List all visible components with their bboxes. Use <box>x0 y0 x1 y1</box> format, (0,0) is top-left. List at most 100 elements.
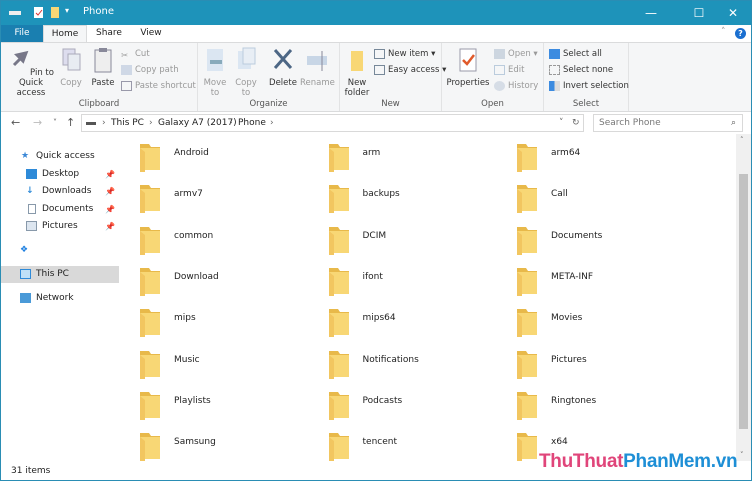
folder-icon <box>517 226 537 255</box>
folder-item[interactable]: armv7 <box>139 183 324 221</box>
folder-item[interactable]: mips64 <box>328 307 513 345</box>
paste-button[interactable]: Paste <box>89 47 117 88</box>
rename-button[interactable]: Rename <box>300 47 335 88</box>
breadcrumb-phone[interactable]: Phone <box>238 115 266 131</box>
scroll-up-icon[interactable]: ˄ <box>740 136 744 144</box>
folder-item[interactable]: Notifications <box>328 349 513 387</box>
help-icon[interactable]: ? <box>735 28 746 39</box>
address-bar[interactable]: › This PC › Galaxy A7 (2017) › Phone › ˅… <box>81 114 584 132</box>
watermark-logo: ThuThuatPhanMem.vn <box>539 451 738 472</box>
close-button[interactable]: ✕ <box>713 1 752 25</box>
scroll-down-icon[interactable]: ˅ <box>740 451 744 459</box>
sidebar-item-desktop[interactable]: Desktop 📌 <box>1 166 119 183</box>
recent-locations-button[interactable]: ˅ <box>53 118 57 127</box>
scrollbar-thumb[interactable] <box>739 174 748 429</box>
folder-item[interactable]: Movies <box>516 307 701 345</box>
clipboard-label: Clipboard <box>78 99 120 109</box>
sidebar-dropbox[interactable]: ❖ <box>1 242 119 259</box>
folder-item[interactable]: Pictures <box>516 349 701 387</box>
refresh-icon[interactable]: ↻ <box>572 115 580 131</box>
move-to-button[interactable]: Move to <box>201 47 229 98</box>
folder-item[interactable]: arm64 <box>516 142 701 180</box>
easy-access-button[interactable]: Easy access ▾ <box>374 63 446 77</box>
select-all-button[interactable]: Select all <box>549 47 602 61</box>
folder-icon <box>140 144 160 172</box>
sidebar-this-pc[interactable]: This PC <box>1 266 119 283</box>
folder-item[interactable]: Music <box>139 349 324 387</box>
new-item-button[interactable]: New item ▾ <box>374 47 435 61</box>
minimize-button[interactable]: — <box>631 1 671 25</box>
back-button[interactable]: ← <box>11 116 20 129</box>
paste-icon <box>94 48 112 73</box>
folder-item[interactable]: backups <box>328 183 513 221</box>
sidebar-network[interactable]: Network <box>1 290 119 307</box>
folder-icon <box>517 309 537 338</box>
item-count: 31 items <box>11 466 51 476</box>
folder-item[interactable]: Documents <box>516 225 701 263</box>
network-icon <box>20 293 31 303</box>
new-group: New folder New item ▾ Easy access ▾ New <box>340 43 446 111</box>
tab-home[interactable]: Home <box>43 25 87 42</box>
folder-item[interactable]: Playlists <box>139 390 324 428</box>
new-folder-button[interactable]: New folder <box>342 47 372 98</box>
folder-item[interactable]: arm <box>328 142 513 180</box>
folder-item[interactable]: Podcasts <box>328 390 513 428</box>
sidebar-quick-access[interactable]: ★ Quick access <box>1 148 119 165</box>
copy-path-button[interactable]: Copy path <box>121 63 179 77</box>
folder-icon <box>140 267 160 296</box>
folder-item[interactable]: Ringtones <box>516 390 701 428</box>
sidebar-item-documents[interactable]: Documents 📌 <box>1 201 119 218</box>
sidebar-item-downloads[interactable]: ↓ Downloads 📌 <box>1 183 119 200</box>
documents-icon <box>28 204 36 214</box>
delete-x-icon <box>273 49 293 69</box>
folder-item[interactable]: common <box>139 225 324 263</box>
properties-icon[interactable] <box>33 6 44 19</box>
up-button[interactable]: ↑ <box>66 116 75 129</box>
pin-quick-access-button[interactable]: Pin to Quick access <box>5 47 57 98</box>
address-dropdown-icon[interactable]: ˅ <box>559 115 564 131</box>
sidebar-item-pictures[interactable]: Pictures 📌 <box>1 218 119 235</box>
rename-icon <box>307 51 327 71</box>
pin-icon: 📌 <box>105 170 115 179</box>
breadcrumb-this-pc[interactable]: This PC <box>111 115 144 131</box>
collapse-ribbon-icon[interactable]: ˄ <box>721 27 726 37</box>
paste-shortcut-button[interactable]: Paste shortcut <box>121 79 196 93</box>
download-arrow-icon: ↓ <box>26 186 34 196</box>
folder-icon[interactable] <box>50 6 60 19</box>
star-icon: ★ <box>21 151 30 161</box>
search-input[interactable]: Search Phone ⌕ <box>593 114 743 132</box>
folder-item[interactable]: DCIM <box>328 225 513 263</box>
folder-icon <box>328 144 349 172</box>
copy-button[interactable]: Copy <box>59 47 83 88</box>
forward-button[interactable]: → <box>33 116 42 129</box>
address-bar-row: ← → ˅ ↑ › This PC › Galaxy A7 (2017) › P… <box>1 112 751 134</box>
properties-button[interactable]: Properties <box>446 47 490 88</box>
delete-button[interactable]: Delete <box>268 47 298 88</box>
invert-selection-button[interactable]: Invert selection <box>549 79 629 93</box>
breadcrumb-galaxy[interactable]: Galaxy A7 (2017) <box>158 115 237 131</box>
vertical-scrollbar[interactable]: ˄ ˅ <box>736 134 751 461</box>
pin-icon <box>12 50 29 67</box>
folder-item[interactable]: Call <box>516 183 701 221</box>
tab-file[interactable]: File <box>1 25 43 42</box>
folder-item[interactable]: Download <box>139 266 324 304</box>
organize-group: Move to Copy to Delete Rename Organize <box>198 43 340 111</box>
cut-button[interactable]: ✂ Cut <box>121 47 150 61</box>
folder-item[interactable]: mips <box>139 307 324 345</box>
select-none-button[interactable]: Select none <box>549 63 613 77</box>
tab-share[interactable]: Share <box>89 25 129 42</box>
copy-to-button[interactable]: Copy to <box>232 47 260 98</box>
history-button[interactable]: History <box>494 79 538 93</box>
customize-qat-icon[interactable]: ▾ <box>65 6 69 19</box>
open-button[interactable]: Open ▾ <box>494 47 538 61</box>
folder-item[interactable]: META-INF <box>516 266 701 304</box>
drive-icon <box>9 11 21 15</box>
folder-item[interactable]: Android <box>139 142 324 180</box>
edit-button[interactable]: Edit <box>494 63 524 77</box>
title-bar: ▾ Phone — ☐ ✕ <box>1 1 751 25</box>
ribbon-tabs: File Home Share View ˄ ? <box>1 25 751 42</box>
tab-view[interactable]: View <box>131 25 171 42</box>
navigation-pane: ★ Quick access Desktop 📌 ↓ Downloads 📌 Docum… <box>1 134 119 461</box>
new-folder-icon <box>351 51 363 71</box>
folder-item[interactable]: ifont <box>328 266 513 304</box>
